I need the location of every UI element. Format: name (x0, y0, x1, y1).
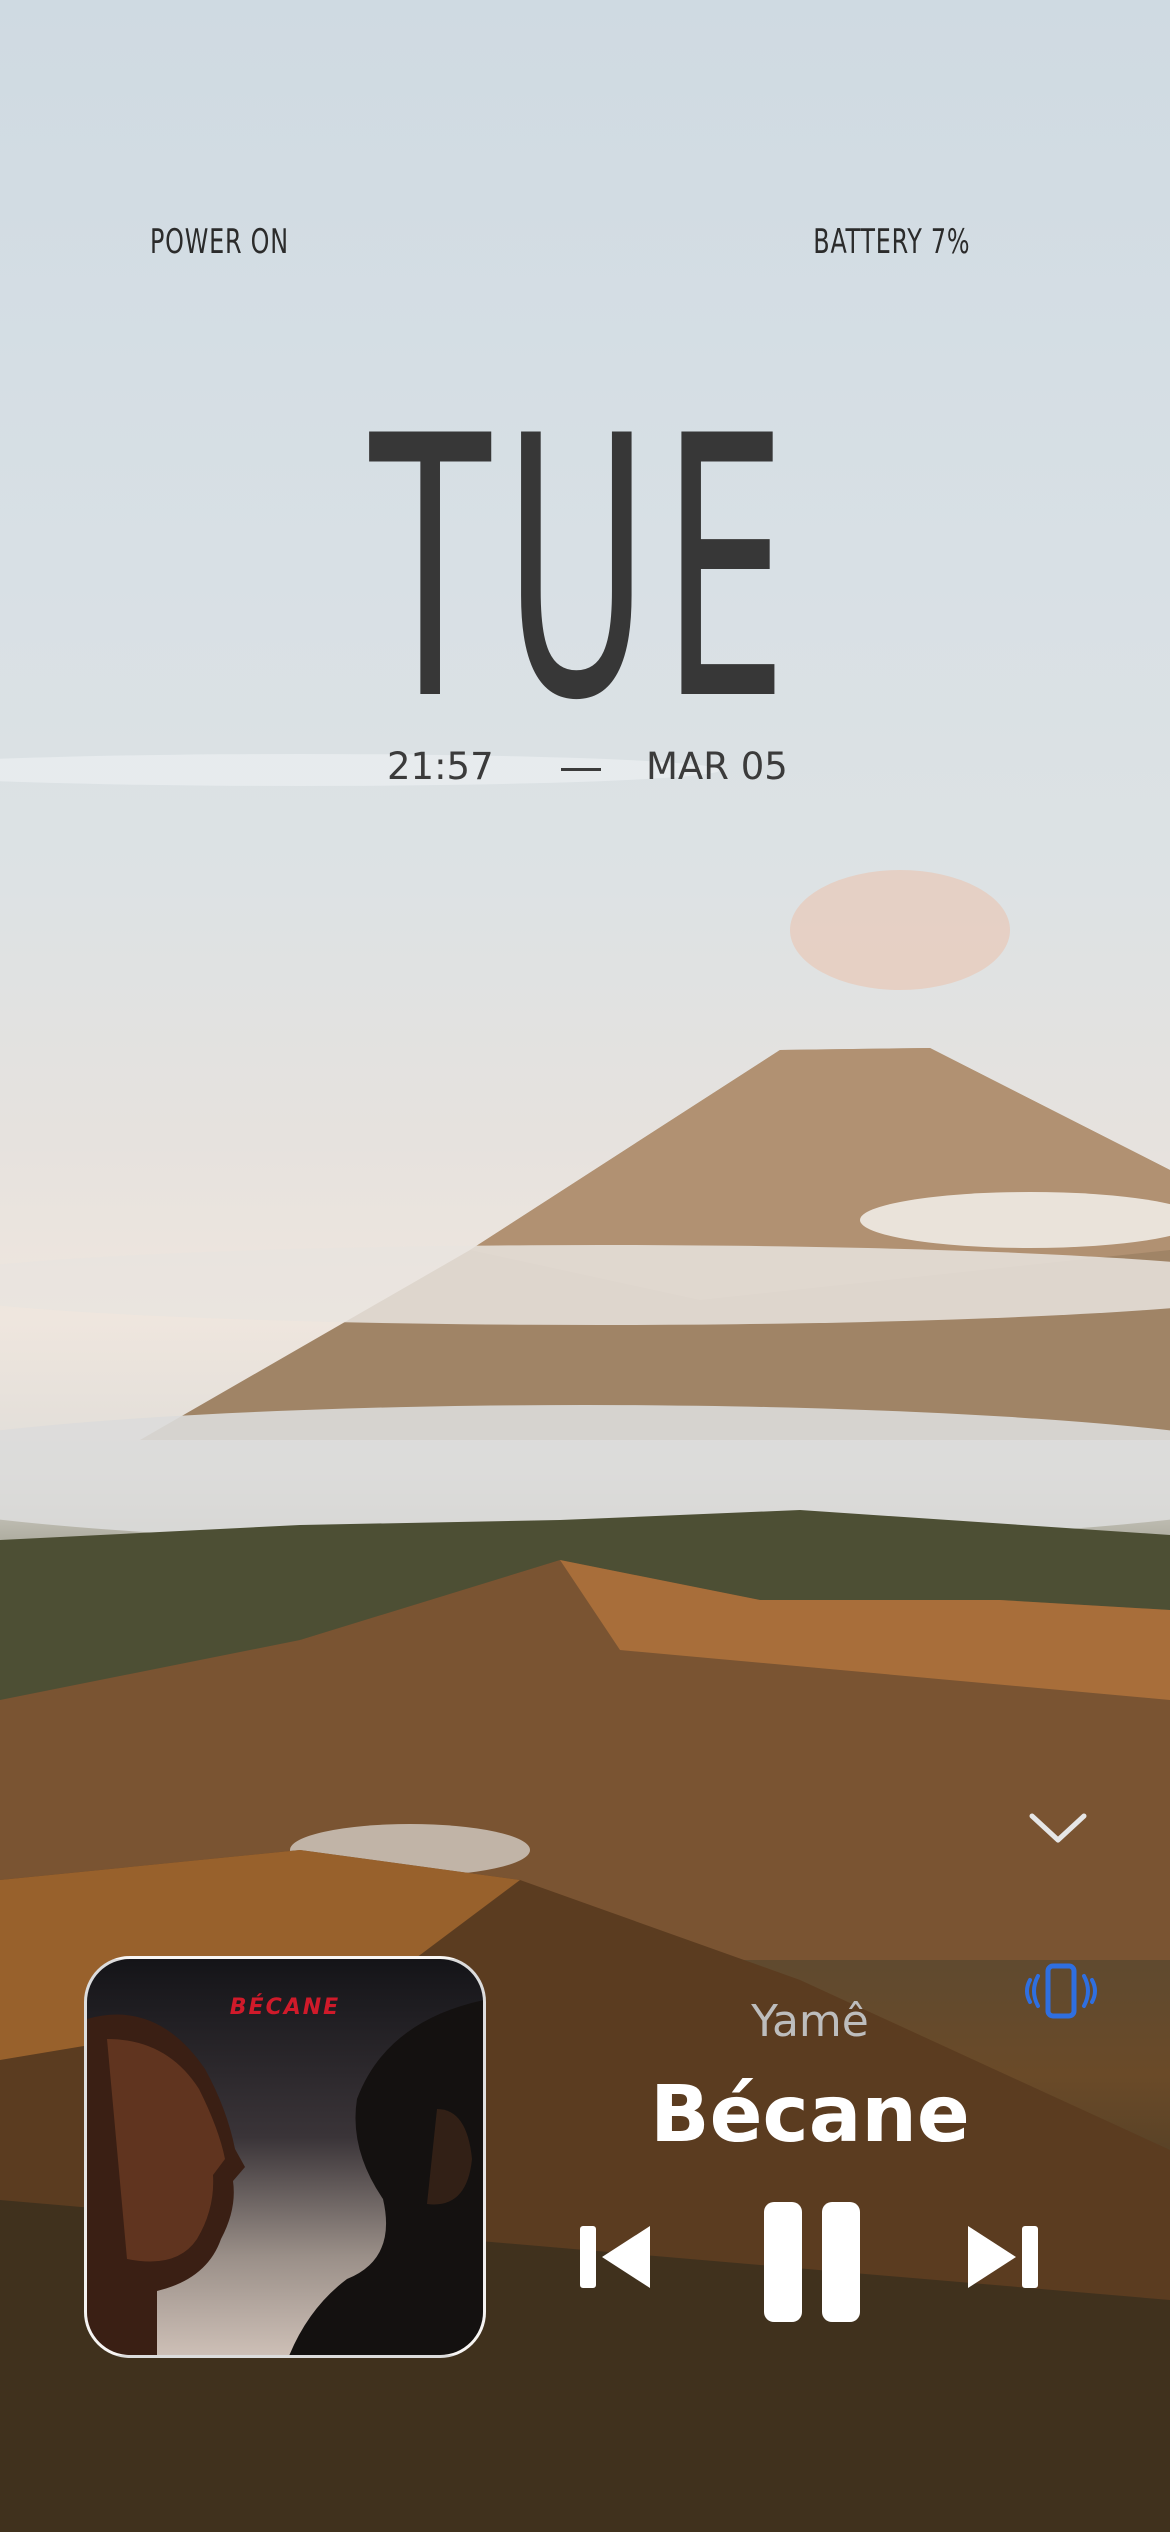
album-art-title: BÉCANE (229, 1995, 341, 2020)
skip-back-icon[interactable] (578, 2220, 652, 2294)
track-title: Bécane (650, 2070, 970, 2160)
skip-forward-icon[interactable] (966, 2220, 1040, 2294)
clock-date: MAR 05 (646, 745, 788, 788)
day-of-week: TUE (369, 360, 801, 779)
phone-vibrate-icon[interactable] (1020, 1962, 1102, 2022)
artist-name: Yamê (751, 1996, 869, 2047)
album-art[interactable]: BÉCANE (84, 1956, 486, 2358)
status-battery: BATTERY 7% (812, 222, 970, 262)
clock-time: 21:57 (387, 745, 494, 788)
pause-icon[interactable] (762, 2200, 862, 2324)
chevron-down-icon[interactable] (1026, 1808, 1090, 1848)
separator-dash (561, 768, 601, 771)
status-power: POWER ON (150, 222, 289, 262)
